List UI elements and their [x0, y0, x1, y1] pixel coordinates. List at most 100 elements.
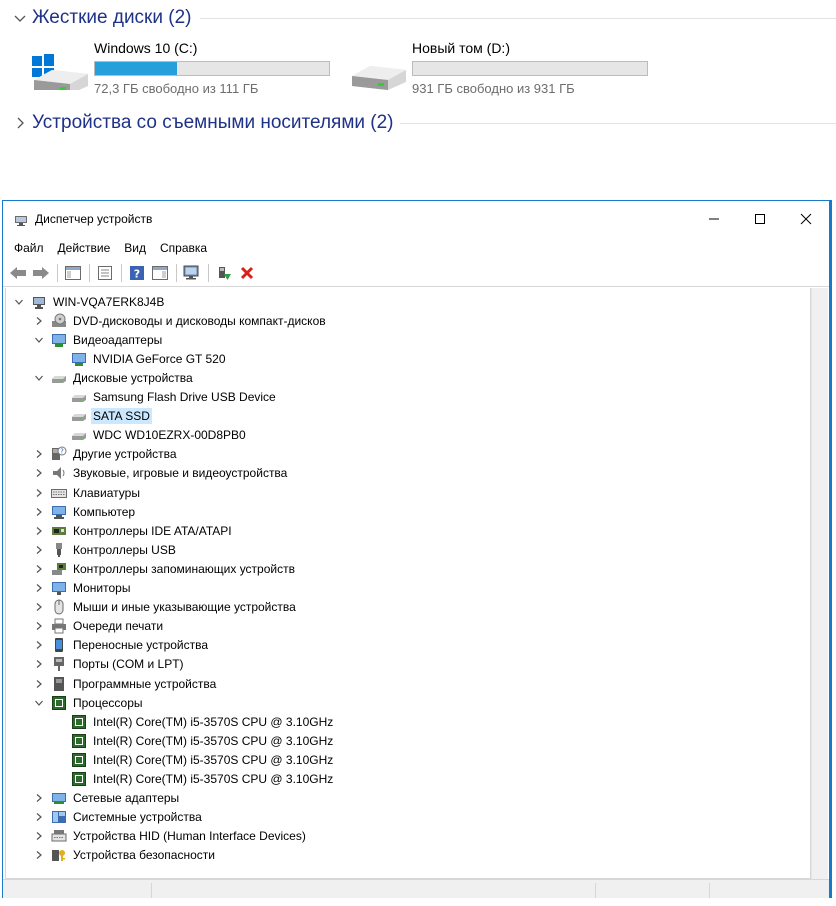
expander[interactable] — [12, 295, 26, 309]
drive-d[interactable]: Новый том (D:) 931 ГБ свободно из 931 ГБ — [348, 40, 648, 96]
device-category[interactable]: Мыши и иные указывающие устройства — [32, 598, 298, 617]
device-item[interactable]: SATA SSD — [52, 407, 152, 426]
device-category[interactable]: Контроллеры IDE ATA/ATAPI — [32, 521, 234, 540]
device-category[interactable]: Порты (COM и LPT) — [32, 655, 186, 674]
maximize-button[interactable] — [737, 201, 783, 237]
forward-button[interactable] — [30, 262, 52, 284]
security-device-icon — [52, 850, 65, 862]
expander[interactable] — [32, 696, 46, 710]
drive-c[interactable]: Windows 10 (C:) 72,3 ГБ свободно из 111 … — [30, 40, 330, 96]
expander[interactable] — [32, 677, 46, 691]
device-category[interactable]: DVD-дисководы и дисководы компакт-дисков — [32, 311, 328, 330]
expander[interactable] — [32, 581, 46, 595]
device-category[interactable]: Системные устройства — [32, 808, 204, 827]
expander[interactable] — [32, 466, 46, 480]
device-category[interactable]: Переносные устройства — [32, 636, 210, 655]
action-pane-icon — [152, 265, 168, 280]
chevron-down-icon[interactable] — [12, 10, 28, 26]
printer-icon — [52, 618, 66, 634]
svg-text:?: ? — [60, 448, 64, 456]
device-category[interactable]: Звуковые, игровые и видеоустройства — [32, 464, 289, 483]
expander[interactable] — [32, 505, 46, 519]
device-item[interactable]: WDC WD10EZRX-00D8PB0 — [52, 426, 248, 445]
tree-item-label: Видеоадаптеры — [73, 332, 163, 347]
expander[interactable] — [32, 333, 46, 347]
device-item[interactable]: Samsung Flash Drive USB Device — [52, 388, 278, 407]
vertical-scrollbar[interactable] — [811, 288, 828, 879]
speaker-icon — [53, 467, 65, 480]
uninstall-device-button[interactable] — [236, 262, 258, 284]
disk-drive-icon — [72, 395, 86, 402]
expander[interactable] — [32, 848, 46, 862]
device-category[interactable]: ? Другие устройства — [32, 445, 179, 464]
hard-disks-group-header[interactable]: Жесткие диски (2) — [12, 4, 836, 32]
menu-file[interactable]: Файл — [7, 241, 51, 255]
chevron-down-icon — [15, 299, 23, 305]
tree-item-label: Дисковые устройства — [73, 370, 193, 385]
drive-d-usage-bar — [412, 61, 648, 76]
expander[interactable] — [32, 810, 46, 824]
monitor-icon — [52, 582, 66, 595]
device-category[interactable]: Очереди печати — [32, 617, 165, 636]
device-item[interactable]: Intel(R) Core(TM) i5-3570S CPU @ 3.10GHz — [52, 712, 335, 731]
expander[interactable] — [32, 486, 46, 500]
device-item[interactable]: Intel(R) Core(TM) i5-3570S CPU @ 3.10GHz — [52, 731, 335, 750]
device-tree-pane[interactable]: WIN-VQA7ERK8J4B DVD-дисководы и дисководы… — [5, 288, 811, 879]
device-category[interactable]: Сетевые адаптеры — [32, 789, 181, 808]
device-category[interactable]: Дисковые устройства — [32, 368, 195, 387]
update-driver-button[interactable] — [213, 262, 235, 284]
menu-action[interactable]: Действие — [51, 241, 118, 255]
expander[interactable] — [32, 600, 46, 614]
minimize-button[interactable] — [691, 201, 737, 237]
expander[interactable] — [32, 524, 46, 538]
expander[interactable] — [32, 543, 46, 557]
back-button[interactable] — [7, 262, 29, 284]
expander[interactable] — [32, 619, 46, 633]
tree-root[interactable]: WIN-VQA7ERK8J4B — [12, 292, 166, 311]
device-category[interactable]: Устройства безопасности — [32, 846, 217, 865]
scan-hardware-button[interactable] — [181, 262, 203, 284]
action-pane-button[interactable] — [149, 262, 171, 284]
drive-c-usage-bar — [94, 61, 330, 76]
removable-group-header[interactable]: Устройства со съемными носителями (2) — [12, 109, 836, 137]
device-item[interactable]: Intel(R) Core(TM) i5-3570S CPU @ 3.10GHz — [52, 770, 335, 789]
expander[interactable] — [32, 447, 46, 461]
device-category[interactable]: Компьютер — [32, 502, 137, 521]
device-category[interactable]: Контроллеры запоминающих устройств — [32, 559, 297, 578]
close-button[interactable] — [783, 201, 829, 237]
chevron-right-icon[interactable] — [12, 115, 28, 131]
expander[interactable] — [32, 562, 46, 576]
properties-button[interactable] — [94, 262, 116, 284]
expander[interactable] — [32, 638, 46, 652]
expander[interactable] — [32, 657, 46, 671]
toolbar-separator — [208, 263, 209, 282]
expander[interactable] — [32, 371, 46, 385]
help-button[interactable]: ? — [126, 262, 148, 284]
device-category[interactable]: Программные устройства — [32, 674, 218, 693]
device-item[interactable]: NVIDIA GeForce GT 520 — [52, 349, 228, 368]
menu-view[interactable]: Вид — [117, 241, 153, 255]
chevron-right-icon — [36, 679, 42, 688]
help-icon: ? — [130, 265, 144, 280]
device-category[interactable]: Клавиатуры — [32, 483, 142, 502]
device-item[interactable]: Intel(R) Core(TM) i5-3570S CPU @ 3.10GHz — [52, 750, 335, 769]
chevron-right-icon — [36, 813, 42, 822]
expander[interactable] — [32, 791, 46, 805]
device-category[interactable]: Видеоадаптеры — [32, 330, 164, 349]
device-category[interactable]: Устройства HID (Human Interface Devices) — [32, 827, 308, 846]
display-adapter-icon — [72, 352, 86, 366]
menu-bar: Файл Действие Вид Справка — [3, 237, 214, 259]
device-category[interactable]: Контроллеры USB — [32, 540, 178, 559]
network-adapter-icon — [52, 793, 66, 805]
expander[interactable] — [32, 314, 46, 328]
title-bar[interactable]: Диспетчер устройств — [3, 201, 829, 237]
divider — [200, 18, 836, 19]
device-category[interactable]: Процессоры — [32, 693, 145, 712]
show-hide-console-tree-button[interactable] — [62, 262, 84, 284]
expander[interactable] — [32, 829, 46, 843]
background-strip — [0, 898, 836, 906]
menu-help[interactable]: Справка — [153, 241, 214, 255]
device-category[interactable]: Мониторы — [32, 579, 132, 598]
